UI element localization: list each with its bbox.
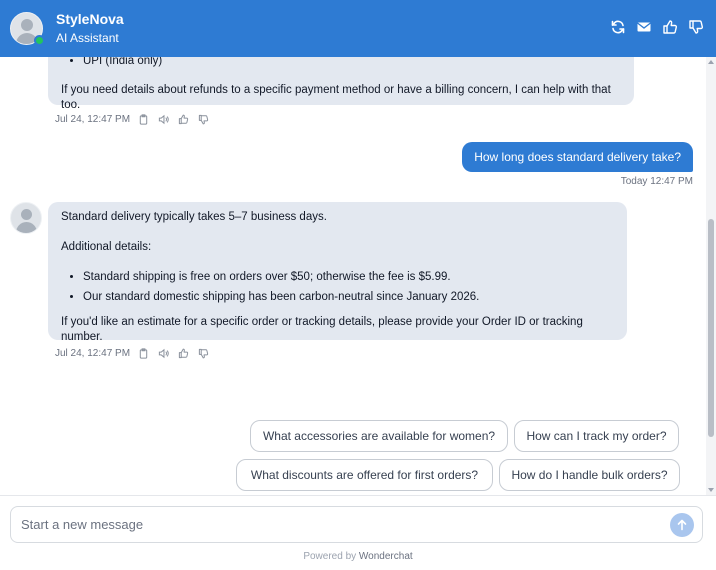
message-scrollbar[interactable] — [706, 57, 716, 495]
powered-by-brand-link[interactable]: Wonderchat — [359, 551, 413, 562]
copy-icon[interactable] — [137, 347, 149, 359]
arrow-up-icon — [677, 519, 687, 531]
bullet-item: Our standard domestic shipping has been … — [83, 290, 614, 305]
message-timestamp: Today 12:47 PM — [620, 176, 693, 187]
scroll-up-arrow-icon[interactable] — [708, 60, 714, 64]
mail-icon[interactable] — [636, 19, 652, 35]
thumbs-up-icon[interactable] — [177, 347, 189, 359]
thumbs-down-icon[interactable] — [688, 19, 704, 35]
bullet-item: UPI (India only) — [83, 57, 621, 69]
message-composer — [10, 506, 703, 543]
powered-by-label: Powered by — [303, 551, 357, 562]
scroll-down-arrow-icon[interactable] — [708, 488, 714, 492]
message-paragraph: If you'd like an estimate for a specific… — [61, 316, 583, 343]
bot-avatar — [10, 202, 42, 234]
suggestion-chip[interactable]: How do I handle bulk orders? — [499, 459, 680, 491]
thumbs-up-icon[interactable] — [177, 113, 189, 125]
online-status-indicator — [34, 35, 45, 46]
message-timestamp: Jul 24, 12:47 PM — [55, 347, 131, 359]
speaker-icon[interactable] — [157, 113, 169, 125]
message-paragraph: Additional details: — [61, 241, 152, 253]
scrollbar-thumb[interactable] — [708, 219, 714, 437]
speaker-icon[interactable] — [157, 347, 169, 359]
message-paragraph: Standard delivery typically takes 5–7 bu… — [61, 211, 327, 223]
refresh-icon[interactable] — [610, 19, 626, 35]
message-input[interactable] — [21, 517, 641, 532]
copy-icon[interactable] — [137, 113, 149, 125]
message-paragraph: If you need details about refunds to a s… — [61, 84, 611, 111]
message-list[interactable]: UPI (India only) If you need details abo… — [0, 57, 706, 495]
message-timestamp: Jul 24, 12:47 PM — [55, 113, 131, 125]
assistant-avatar — [10, 12, 45, 46]
message-bullet-list: Standard shipping is free on orders over… — [61, 270, 614, 305]
composer-divider — [0, 495, 716, 496]
suggestion-chip[interactable]: How can I track my order? — [514, 420, 679, 452]
bot-message-bubble: Standard delivery typically takes 5–7 bu… — [48, 202, 627, 343]
brand-name: StyleNova — [56, 11, 124, 27]
message-bullet-list: UPI (India only) — [61, 57, 621, 69]
powered-by-footer: Powered by Wonderchat — [0, 551, 716, 562]
thumbs-down-icon[interactable] — [197, 113, 209, 125]
bullet-item: Standard shipping is free on orders over… — [83, 270, 614, 285]
message-meta: Jul 24, 12:47 PM — [55, 113, 217, 125]
suggestion-chip[interactable]: What accessories are available for women… — [250, 420, 508, 452]
assistant-subtitle: AI Assistant — [56, 31, 119, 45]
header-actions — [610, 19, 704, 35]
send-button[interactable] — [670, 513, 694, 537]
chat-header: StyleNova AI Assistant — [0, 0, 716, 57]
header-title-block: StyleNova AI Assistant — [56, 11, 124, 46]
user-message-bubble: How long does standard delivery take? — [462, 142, 693, 172]
thumbs-down-icon[interactable] — [197, 347, 209, 359]
thumbs-up-icon[interactable] — [662, 19, 678, 35]
message-meta: Jul 24, 12:47 PM — [55, 347, 217, 359]
suggestion-chip[interactable]: What discounts are offered for first ord… — [236, 459, 493, 491]
bot-message-bubble: UPI (India only) If you need details abo… — [48, 57, 634, 111]
